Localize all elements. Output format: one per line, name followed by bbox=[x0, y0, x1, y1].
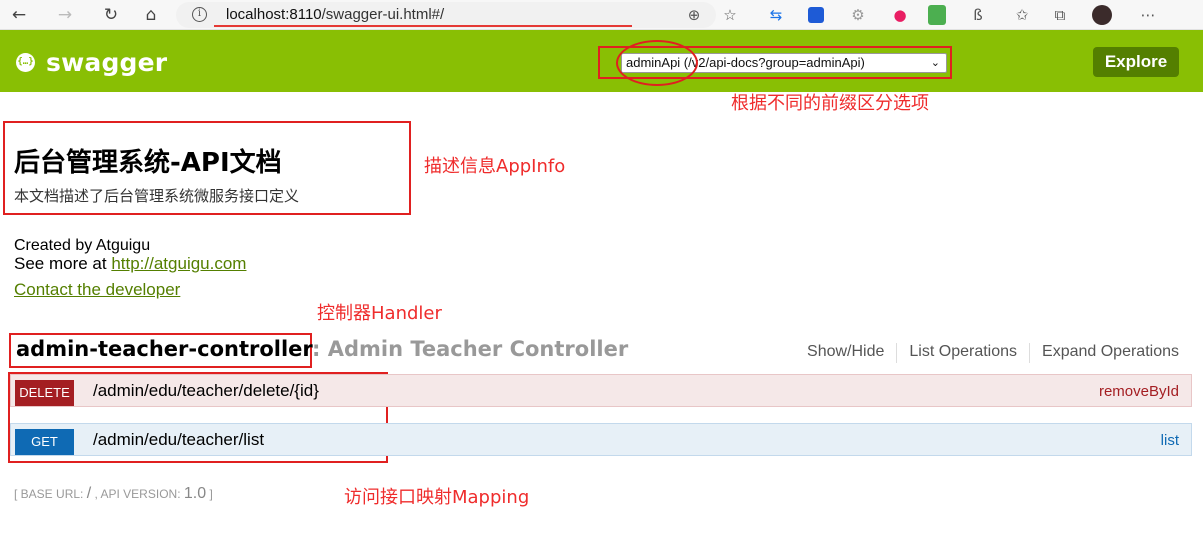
created-by: Created by Atguigu bbox=[14, 237, 151, 254]
controller-name[interactable]: admin-teacher-controller bbox=[16, 337, 313, 361]
base-url-info: [ BASE URL: / , API VERSION: 1.0 ] bbox=[14, 485, 213, 502]
select-annotation-ellipse bbox=[616, 40, 698, 86]
extension-sync-icon[interactable]: ⇆ bbox=[766, 5, 786, 25]
info-annotation-note: 描述信息AppInfo bbox=[424, 156, 566, 177]
extension-blue-icon[interactable] bbox=[808, 7, 824, 23]
avatar[interactable] bbox=[1092, 5, 1112, 25]
base-url-label: BASE URL bbox=[20, 487, 81, 501]
mapping-annotation-note: 访问接口映射Mapping bbox=[344, 487, 530, 508]
controller-actions: Show/Hide List Operations Expand Operati… bbox=[795, 343, 1179, 363]
home-icon[interactable]: ⌂ bbox=[140, 4, 162, 26]
more-menu-icon[interactable]: ⋯ bbox=[1138, 5, 1158, 25]
operation-path[interactable]: /admin/edu/teacher/list bbox=[93, 430, 264, 450]
address-bar[interactable]: i localhost:8110/swagger-ui.html#/ bbox=[176, 2, 716, 28]
page-title: 后台管理系统-API文档 bbox=[14, 148, 282, 178]
url-host: localhost:8110 bbox=[226, 6, 322, 23]
zoom-icon[interactable]: ⊕ bbox=[684, 5, 704, 25]
explore-button[interactable]: Explore bbox=[1093, 47, 1179, 77]
favorite-star-icon[interactable]: ☆ bbox=[720, 5, 740, 25]
extension-green-icon[interactable] bbox=[928, 5, 946, 25]
get-method-badge[interactable]: GET bbox=[15, 429, 74, 455]
browser-toolbar: ← → ↻ ⌂ i localhost:8110/swagger-ui.html… bbox=[0, 0, 1203, 30]
operation-path[interactable]: /admin/edu/teacher/delete/{id} bbox=[93, 381, 319, 401]
delete-method-badge[interactable]: DELETE bbox=[15, 380, 74, 406]
bracket-open: [ bbox=[14, 487, 21, 501]
api-version-value: 1.0 bbox=[183, 485, 207, 502]
address-url[interactable]: localhost:8110/swagger-ui.html#/ bbox=[226, 6, 444, 23]
swagger-logo-icon: {…} bbox=[16, 53, 35, 72]
operation-summary[interactable]: removeById bbox=[1099, 383, 1179, 400]
group-annotation-note: 根据不同的前缀区分选项 bbox=[731, 93, 929, 114]
operation-row-delete[interactable]: DELETE /admin/edu/teacher/delete/{id} re… bbox=[10, 374, 1192, 407]
collections-icon[interactable]: ⧉ bbox=[1050, 5, 1070, 25]
see-more-prefix: See more at bbox=[14, 254, 112, 273]
list-operations-link[interactable]: List Operations bbox=[897, 343, 1029, 363]
extension-settings-icon[interactable]: ⚙ bbox=[848, 5, 868, 25]
forward-icon[interactable]: → bbox=[54, 4, 76, 26]
url-path: /swagger-ui.html#/ bbox=[321, 6, 445, 23]
contact-developer-link[interactable]: Contact the developer bbox=[14, 280, 180, 299]
extension-pink-icon[interactable]: ● bbox=[890, 5, 910, 25]
website-link[interactable]: http://atguigu.com bbox=[111, 254, 246, 273]
show-hide-link[interactable]: Show/Hide bbox=[795, 343, 896, 363]
operation-row-get[interactable]: GET /admin/edu/teacher/list list bbox=[10, 423, 1192, 456]
base-url-value: / bbox=[86, 485, 92, 502]
swagger-logo-text: swagger bbox=[46, 48, 168, 77]
contact-developer: Contact the developer bbox=[14, 280, 180, 300]
api-description: 本文档描述了后台管理系统微服务接口定义 bbox=[14, 187, 300, 205]
url-underline-annotation bbox=[214, 25, 632, 27]
back-icon[interactable]: ← bbox=[8, 4, 30, 26]
controller-description: : Admin Teacher Controller bbox=[312, 337, 629, 361]
site-info-icon[interactable]: i bbox=[192, 7, 207, 22]
bracket-close: ] bbox=[206, 487, 213, 501]
controller-annotation-note: 控制器Handler bbox=[317, 303, 442, 324]
favorites-bar-icon[interactable]: ✩ bbox=[1012, 5, 1032, 25]
see-more: See more at http://atguigu.com bbox=[14, 254, 246, 274]
api-version-label: API VERSION bbox=[100, 487, 178, 501]
expand-operations-link[interactable]: Expand Operations bbox=[1030, 343, 1179, 363]
refresh-icon[interactable]: ↻ bbox=[100, 4, 122, 26]
operation-summary[interactable]: list bbox=[1161, 432, 1179, 449]
extension-profile-icon[interactable]: ß bbox=[968, 5, 988, 25]
